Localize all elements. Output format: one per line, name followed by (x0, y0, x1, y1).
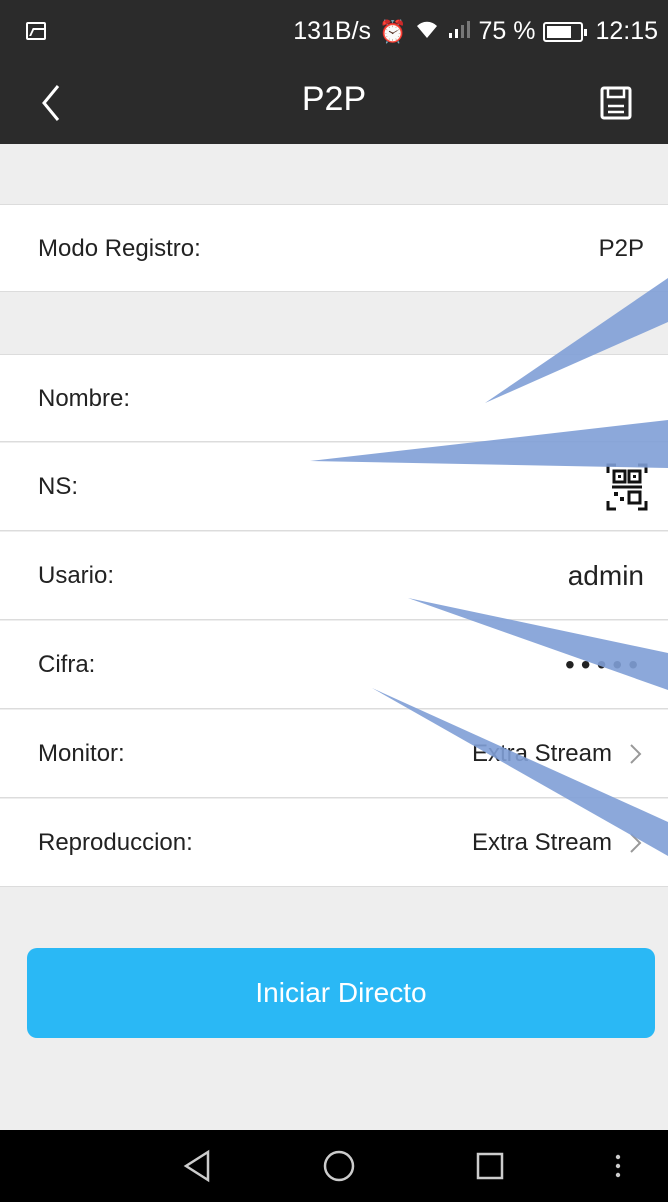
mode-label: Modo Registro: (38, 235, 201, 262)
signal-icon (448, 19, 471, 45)
mode-row: Modo Registro: P2P (0, 204, 668, 292)
password-row[interactable]: Cifra: ••••• (0, 621, 668, 709)
name-row[interactable]: Nombre: (0, 354, 668, 442)
chevron-right-icon (630, 744, 642, 764)
user-row[interactable]: Usario: admin (0, 532, 668, 620)
playback-row[interactable]: Reproduccion: Extra Stream (0, 799, 668, 887)
system-nav-bar (0, 1130, 668, 1202)
chevron-right-icon (630, 833, 642, 853)
monitor-label: Monitor: (38, 740, 125, 767)
user-field[interactable]: admin (568, 532, 644, 620)
serial-row[interactable]: NS: (0, 443, 668, 531)
alarm-icon: ⏰ (379, 18, 407, 44)
password-label: Cifra: (38, 651, 96, 678)
status-bar: 131B/s ⏰ 75 % 12:15 (0, 0, 668, 62)
back-triangle-icon[interactable] (178, 1146, 218, 1186)
qr-scan-icon[interactable] (606, 463, 648, 511)
clock: 12:15 (595, 17, 658, 45)
status-right: 131B/s ⏰ 75 % 12:15 (293, 17, 658, 46)
home-circle-icon[interactable] (319, 1146, 359, 1186)
image-icon (26, 22, 46, 40)
password-field[interactable]: ••••• (565, 621, 644, 709)
mode-value: P2P (598, 235, 644, 262)
monitor-row[interactable]: Monitor: Extra Stream (0, 710, 668, 798)
save-icon (600, 86, 632, 120)
page-title: P2P (301, 80, 367, 118)
playback-value: Extra Stream (471, 829, 612, 856)
battery-percent: 75 % (478, 17, 536, 45)
save-button[interactable] (596, 82, 636, 124)
network-speed: 131B/s (293, 17, 372, 45)
playback-label: Reproduccion: (38, 829, 193, 856)
menu-dots-icon[interactable] (598, 1146, 638, 1186)
wifi-icon (414, 18, 440, 46)
app-bar: P2P (0, 62, 668, 144)
recents-square-icon[interactable] (470, 1146, 510, 1186)
name-label: Nombre: (38, 385, 131, 412)
battery-icon (543, 21, 588, 42)
start-live-button[interactable]: Iniciar Directo (27, 948, 655, 1038)
user-label: Usario: (38, 562, 115, 589)
serial-label: NS: (38, 473, 79, 500)
monitor-value: Extra Stream (471, 740, 612, 767)
